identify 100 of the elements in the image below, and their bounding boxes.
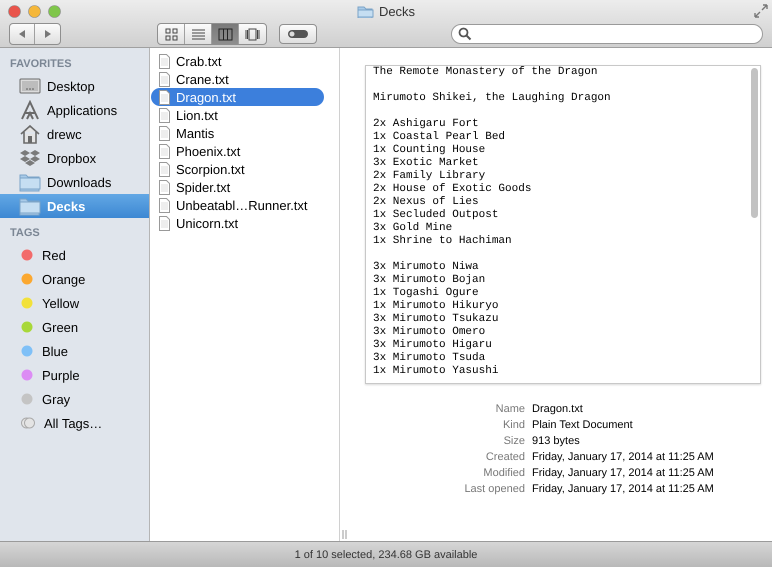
status-text: 1 of 10 selected, 234.68 GB available [294,548,478,560]
house-icon [19,124,41,144]
search-field[interactable] [451,24,763,44]
document-icon [159,54,170,68]
text-line: 1x Secluded Outpost [373,209,498,222]
section-heading: FAVORITES [9,57,73,72]
document-icon [159,180,170,194]
zoom-button[interactable] [48,5,61,18]
document-icon [159,198,170,212]
text-line: 1x Togashi Ogure [373,287,479,300]
folder-icon [19,172,41,192]
info-label: Name [494,402,525,417]
info-label: Last opened [463,482,525,497]
tag-item[interactable]: Yellow [0,291,149,315]
document-icon [159,72,170,86]
tags-icon [21,417,35,429]
info-label: Created [484,450,525,465]
section-heading: TAGS [9,226,41,241]
info-label: Size [502,434,525,449]
all-tags-item[interactable]: All Tags… [0,411,149,435]
text-line: 2x Ashigaru Fort [373,118,479,131]
document-icon [159,144,170,158]
toggle-icon [287,29,309,39]
text-line: 2x House of Exotic Goods [373,183,532,196]
tag-dot [21,345,33,357]
sidebar-item[interactable]: Desktop [0,74,149,98]
file-item[interactable]: Crab.txt [151,52,324,70]
scrollbar-thumb[interactable] [751,68,758,218]
sidebar-item[interactable]: drewc [0,122,149,146]
tag-item[interactable]: Green [0,315,149,339]
info-value: Friday, January 17, 2014 at 11:25 AM [532,466,715,481]
file-item[interactable]: Unicorn.txt [151,214,324,232]
text-line: 1x Counting House [373,144,486,157]
minimize-button[interactable] [28,5,41,18]
tag-item[interactable]: Gray [0,387,149,411]
info-value: Plain Text Document [532,418,634,433]
text-line: 3x Mirumoto Tsuda [373,352,486,365]
cover-flow-icon [245,26,260,42]
desktop-icon [19,76,41,96]
text-line: 1x Shrine to Hachiman [373,235,512,248]
file-item[interactable]: Dragon.txt [151,88,324,106]
file-item[interactable]: Scorpion.txt [151,160,324,178]
tag-dot [21,297,33,309]
applications-icon [19,100,41,120]
text-line: 3x Mirumoto Niwa [373,261,479,274]
file-item[interactable]: Crane.txt [151,70,324,88]
tag-dot [21,393,33,405]
info-value: Friday, January 17, 2014 at 11:25 AM [532,450,715,465]
sidebar-item[interactable]: Applications [0,98,149,122]
document-icon [159,90,170,104]
text-line: 2x Family Library [373,170,486,183]
column-view-icon [218,26,232,42]
tag-item[interactable]: Orange [0,267,149,291]
text-line: 3x Gold Mine [373,222,452,235]
text-line: The Remote Monastery of the Dragon [373,66,598,79]
tag-item[interactable]: Blue [0,339,149,363]
text-line: Mirumoto Shikei, the Laughing Dragon [373,92,611,105]
close-button[interactable] [8,5,21,18]
text-line: 1x Mirumoto Hikuryo [373,300,498,313]
document-icon [159,108,170,122]
document-icon [159,162,170,176]
file-item[interactable]: Lion.txt [151,106,324,124]
dropbox-icon [19,148,41,168]
sidebar-item[interactable]: Downloads [0,170,149,194]
column-resize-handle[interactable] [342,530,347,539]
sidebar-item[interactable]: Dropbox [0,146,149,170]
column-view-button[interactable] [212,24,239,44]
tag-item[interactable]: Purple [0,363,149,387]
tag-item[interactable]: Red [0,243,149,267]
text-line: 3x Exotic Market [373,157,479,170]
file-item[interactable]: Mantis [151,124,324,142]
folder-icon [356,4,374,18]
info-value: 913 bytes [532,434,581,449]
tag-dot [21,249,33,261]
text-line: 3x Mirumoto Bojan [373,274,486,287]
folder-icon [19,196,41,216]
window-title: Decks [378,4,416,18]
text-line: 2x Nexus of Lies [373,196,479,209]
info-label: Modified [482,466,525,481]
tag-dot [21,321,33,333]
info-value: Friday, January 17, 2014 at 11:25 AM [532,482,715,497]
text-line: 3x Mirumoto Omero [373,326,486,339]
text-line: 3x Mirumoto Higaru [373,339,492,352]
info-label: Kind [502,418,525,433]
file-item[interactable]: Spider.txt [151,178,324,196]
search-icon [458,27,472,41]
tag-dot [21,369,33,381]
text-line: 1x Mirumoto Yasushi [373,365,498,378]
document-icon [159,126,170,140]
document-icon [159,216,170,230]
text-line: 1x Coastal Pearl Bed [373,131,506,144]
file-item[interactable]: Phoenix.txt [151,142,324,160]
info-value: Dragon.txt [532,402,584,417]
list-view-icon [190,26,206,42]
fullscreen-button[interactable] [754,4,768,18]
action-button[interactable] [279,24,317,44]
icon-view-icon [164,26,178,42]
text-line: 3x Mirumoto Tsukazu [373,313,498,326]
tag-dot [21,273,33,285]
file-item[interactable]: Unbeatabl…Runner.txt [151,196,324,214]
